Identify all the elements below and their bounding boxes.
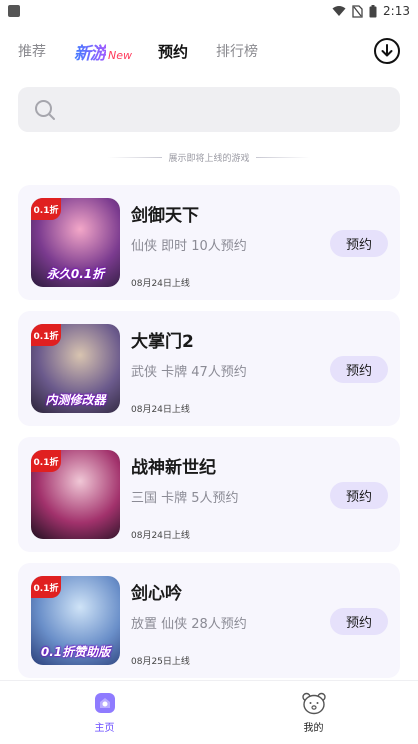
release-date: 08月24日上线 (131, 531, 190, 541)
game-title[interactable]: 战神新世纪 (131, 453, 216, 478)
game-list: 0.1折 永久0.1折 剑御天下 仙侠 即时 10人预约 08月24日上线 预约… (18, 185, 400, 689)
discount-badge: 0.1折 (31, 450, 61, 472)
game-icon-banner: 永久0.1折 (46, 266, 105, 281)
game-tags: 三国 卡牌 5人预约 (131, 491, 239, 506)
section-divider-left (108, 157, 163, 158)
game-title[interactable]: 剑御天下 (131, 201, 199, 226)
search-bar[interactable] (18, 87, 400, 132)
release-date: 08月24日上线 (131, 279, 190, 289)
game-card[interactable]: 0.1折 内测修改器 大掌门2 武侠 卡牌 47人预约 08月24日上线 预约 (18, 311, 400, 426)
game-icon-banner: 内测修改器 (45, 392, 106, 407)
game-card[interactable]: 0.1折 0.1折赞助版 剑心吟 放置 仙侠 28人预约 08月25日上线 预约 (18, 563, 400, 678)
game-icon-banner: 0.1折赞助版 (40, 644, 111, 659)
game-tags: 仙侠 即时 10人预约 (131, 239, 247, 254)
release-date: 08月25日上线 (131, 657, 190, 667)
reserve-button[interactable]: 预约 (330, 608, 388, 635)
discount-badge: 0.1折 (31, 198, 61, 220)
bottom-nav: 主页 我的 (0, 680, 418, 744)
game-icon[interactable]: 0.1折 内测修改器 (31, 324, 120, 413)
tab-new-games-label: 新游 (74, 39, 107, 64)
nav-profile[interactable]: 我的 (209, 681, 418, 744)
nav-profile-label: 我的 (303, 723, 324, 734)
game-card[interactable]: 0.1折 战神新世纪 三国 卡牌 5人预约 08月24日上线 预约 (18, 437, 400, 552)
wifi-icon (332, 6, 346, 16)
tab-recommend[interactable]: 推荐 (18, 41, 46, 61)
download-button[interactable] (374, 38, 400, 64)
no-sim-icon (352, 4, 363, 18)
search-icon (35, 99, 55, 120)
section-divider-right (255, 157, 310, 158)
reserve-button[interactable]: 预约 (330, 482, 388, 509)
game-title[interactable]: 剑心吟 (131, 579, 182, 604)
home-icon (94, 693, 115, 713)
top-tabs: 推荐 新游 New 预约 排行榜 (18, 36, 400, 66)
tab-reservation[interactable]: 预约 (158, 41, 188, 62)
game-icon[interactable]: 0.1折 永久0.1折 (31, 198, 120, 287)
battery-icon (369, 4, 377, 17)
section-title: 展示即将上线的游戏 (168, 154, 250, 164)
game-icon-banner (33, 515, 118, 535)
nav-home[interactable]: 主页 (0, 681, 209, 744)
game-icon[interactable]: 0.1折 (31, 450, 120, 539)
discount-badge: 0.1折 (31, 576, 61, 598)
game-title[interactable]: 大掌门2 (131, 327, 194, 352)
reserve-button[interactable]: 预约 (330, 356, 388, 383)
release-date: 08月24日上线 (131, 405, 190, 415)
tab-new-games[interactable]: 新游 New (74, 39, 132, 64)
game-card[interactable]: 0.1折 永久0.1折 剑御天下 仙侠 即时 10人预约 08月24日上线 预约 (18, 185, 400, 300)
game-tags: 放置 仙侠 28人预约 (131, 617, 247, 632)
discount-badge: 0.1折 (31, 324, 61, 346)
status-right: 2:13 (332, 4, 410, 18)
game-tags: 武侠 卡牌 47人预约 (131, 365, 247, 380)
download-arrow-icon (381, 44, 393, 57)
section-header: 展示即将上线的游戏 (0, 151, 418, 164)
status-bar: 2:13 (0, 0, 418, 22)
search-input[interactable] (64, 101, 364, 118)
status-time: 2:13 (383, 4, 410, 18)
tab-ranking[interactable]: 排行榜 (216, 41, 258, 61)
game-icon[interactable]: 0.1折 0.1折赞助版 (31, 576, 120, 665)
app-notification-icon (8, 5, 20, 17)
reserve-button[interactable]: 预约 (330, 230, 388, 257)
nav-home-label: 主页 (94, 723, 115, 734)
new-badge: New (108, 48, 132, 62)
bear-icon (301, 692, 326, 715)
